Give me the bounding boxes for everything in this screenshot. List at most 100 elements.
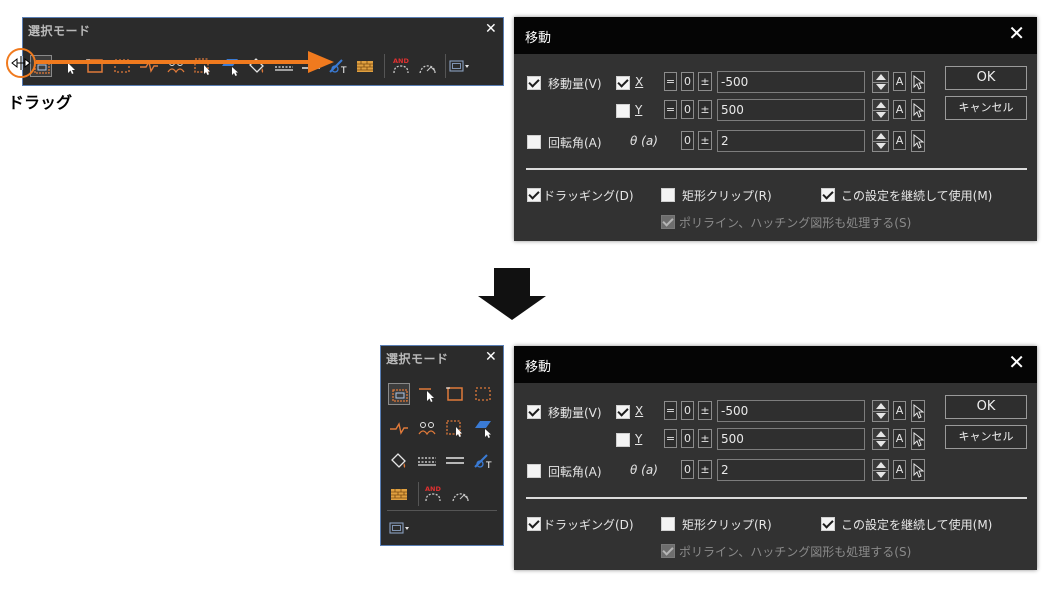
y-a-button[interactable]: A xyxy=(893,429,906,448)
tool-group-button[interactable] xyxy=(416,417,438,439)
cancel-button[interactable]: キャンセル xyxy=(945,425,1027,449)
y-value-input[interactable]: 500 xyxy=(717,99,865,121)
dialog-close-button[interactable]: ✕ xyxy=(1008,352,1025,372)
rotate-plusminus-button[interactable]: ± xyxy=(698,460,712,479)
x-spinner[interactable] xyxy=(872,71,889,93)
x-value-input[interactable]: -500 xyxy=(717,400,865,422)
rotate-zero-button[interactable]: 0 xyxy=(681,131,694,150)
y-checkbox[interactable] xyxy=(616,104,630,118)
tool-or-search-button[interactable] xyxy=(450,483,472,505)
y-equal-button[interactable]: = xyxy=(664,429,677,448)
tool-and-search-button[interactable]: AND xyxy=(422,483,444,505)
move-amount-label: 移動量(V) xyxy=(548,77,602,91)
ok-button[interactable]: OK xyxy=(945,66,1027,90)
cancel-button[interactable]: キャンセル xyxy=(945,96,1027,120)
x-pick-button[interactable] xyxy=(911,400,925,422)
tool-mode-dropdown-icon xyxy=(449,60,469,72)
x-a-button[interactable]: A xyxy=(893,72,906,91)
rotate-a-button[interactable]: A xyxy=(893,131,906,150)
y-zero-button[interactable]: 0 xyxy=(681,429,694,448)
tool-or-search-button[interactable] xyxy=(417,55,439,77)
x-checkbox[interactable] xyxy=(616,76,630,90)
tool-layer-button[interactable] xyxy=(472,417,494,439)
x-checkbox[interactable] xyxy=(616,405,630,419)
dragging-checkbox[interactable] xyxy=(527,188,541,202)
x-value-input[interactable]: -500 xyxy=(717,71,865,93)
tool-and-search-button[interactable]: AND xyxy=(390,55,412,77)
tool-crossing-rect-icon xyxy=(475,387,491,401)
tool-double-line-button[interactable] xyxy=(444,450,466,472)
rect-clip-label: 矩形クリップ(R) xyxy=(682,518,772,532)
tool-mode-dropdown-button[interactable] xyxy=(448,55,470,77)
y-a-button[interactable]: A xyxy=(893,100,906,119)
rotate-label: 回転角(A) xyxy=(548,136,602,150)
tool-hatch-icon xyxy=(357,61,373,72)
rotate-checkbox[interactable] xyxy=(527,464,541,478)
y-equal-button[interactable]: = xyxy=(664,100,677,119)
x-a-button[interactable]: A xyxy=(893,401,906,420)
tool-hatch-button[interactable] xyxy=(354,55,376,77)
rotate-pick-button[interactable] xyxy=(911,459,925,481)
dragging-checkbox[interactable] xyxy=(527,517,541,531)
tool-select-mode-button[interactable] xyxy=(388,383,410,405)
y-spinner[interactable] xyxy=(872,428,889,450)
keep-setting-checkbox[interactable] xyxy=(821,517,835,531)
tool-mode-dropdown-button[interactable] xyxy=(388,517,410,539)
x-equal-button[interactable]: = xyxy=(664,72,677,91)
tool-hatch-button[interactable] xyxy=(388,483,410,505)
keep-setting-checkbox[interactable] xyxy=(821,188,835,202)
tool-crossing-rect-button[interactable] xyxy=(472,383,494,405)
y-spinner[interactable] xyxy=(872,99,889,121)
y-plusminus-button[interactable]: ± xyxy=(698,100,712,119)
svg-text:AND: AND xyxy=(425,485,441,493)
rotate-value-input[interactable]: 2 xyxy=(717,130,865,152)
rotate-checkbox[interactable] xyxy=(527,135,541,149)
tool-text-button[interactable]: T xyxy=(472,450,494,472)
y-plusminus-button[interactable]: ± xyxy=(698,429,712,448)
tool-window-pick-icon xyxy=(446,420,462,437)
ok-button[interactable]: OK xyxy=(945,395,1027,419)
move-dialog: 移動 ✕ 移動量(V) X = 0 ± -500 A Y = 0 ± 500 A… xyxy=(514,17,1037,241)
tool-fill-button[interactable] xyxy=(388,450,410,472)
tool-or-search-icon xyxy=(452,493,469,502)
tool-rectangle-button[interactable] xyxy=(444,383,466,405)
tool-dashed-line-icon xyxy=(418,457,436,466)
y-pick-button[interactable] xyxy=(911,99,925,121)
tool-dashed-line-button[interactable] xyxy=(416,450,438,472)
dialog-close-button[interactable]: ✕ xyxy=(1008,23,1025,43)
move-amount-checkbox[interactable] xyxy=(527,405,541,419)
tool-pick-button[interactable] xyxy=(416,383,438,405)
y-value-input[interactable]: 500 xyxy=(717,428,865,450)
rotate-spinner[interactable] xyxy=(872,459,889,481)
rotate-value-input[interactable]: 2 xyxy=(717,459,865,481)
move-amount-label: 移動量(V) xyxy=(548,406,602,420)
rotate-zero-button[interactable]: 0 xyxy=(681,460,694,479)
cursor-pick-icon xyxy=(913,432,924,447)
x-zero-button[interactable]: 0 xyxy=(681,72,694,91)
cursor-pick-icon xyxy=(913,463,924,478)
tool-window-pick-button[interactable] xyxy=(444,417,466,439)
tool-select-mode-icon xyxy=(392,389,408,402)
selection-palette-vertical: 選択モード ✕ T AND xyxy=(380,345,504,546)
x-plusminus-button[interactable]: ± xyxy=(698,401,712,420)
y-zero-button[interactable]: 0 xyxy=(681,100,694,119)
move-amount-checkbox[interactable] xyxy=(527,76,541,90)
x-plusminus-button[interactable]: ± xyxy=(698,72,712,91)
x-spinner[interactable] xyxy=(872,400,889,422)
tool-mode-dropdown-icon xyxy=(389,522,409,534)
y-pick-button[interactable] xyxy=(911,428,925,450)
x-zero-button[interactable]: 0 xyxy=(681,401,694,420)
rotate-pick-button[interactable] xyxy=(911,130,925,152)
rect-clip-checkbox[interactable] xyxy=(661,188,675,202)
palette-close-button[interactable]: ✕ xyxy=(485,21,497,37)
x-equal-button[interactable]: = xyxy=(664,401,677,420)
tool-fence-button[interactable] xyxy=(388,417,410,439)
x-pick-button[interactable] xyxy=(911,71,925,93)
x-label: X xyxy=(635,75,644,89)
rotate-plusminus-button[interactable]: ± xyxy=(698,131,712,150)
rotate-spinner[interactable] xyxy=(872,130,889,152)
polyline-hatch-checkbox xyxy=(661,544,675,558)
y-checkbox[interactable] xyxy=(616,433,630,447)
rect-clip-checkbox[interactable] xyxy=(661,517,675,531)
rotate-a-button[interactable]: A xyxy=(893,460,906,479)
